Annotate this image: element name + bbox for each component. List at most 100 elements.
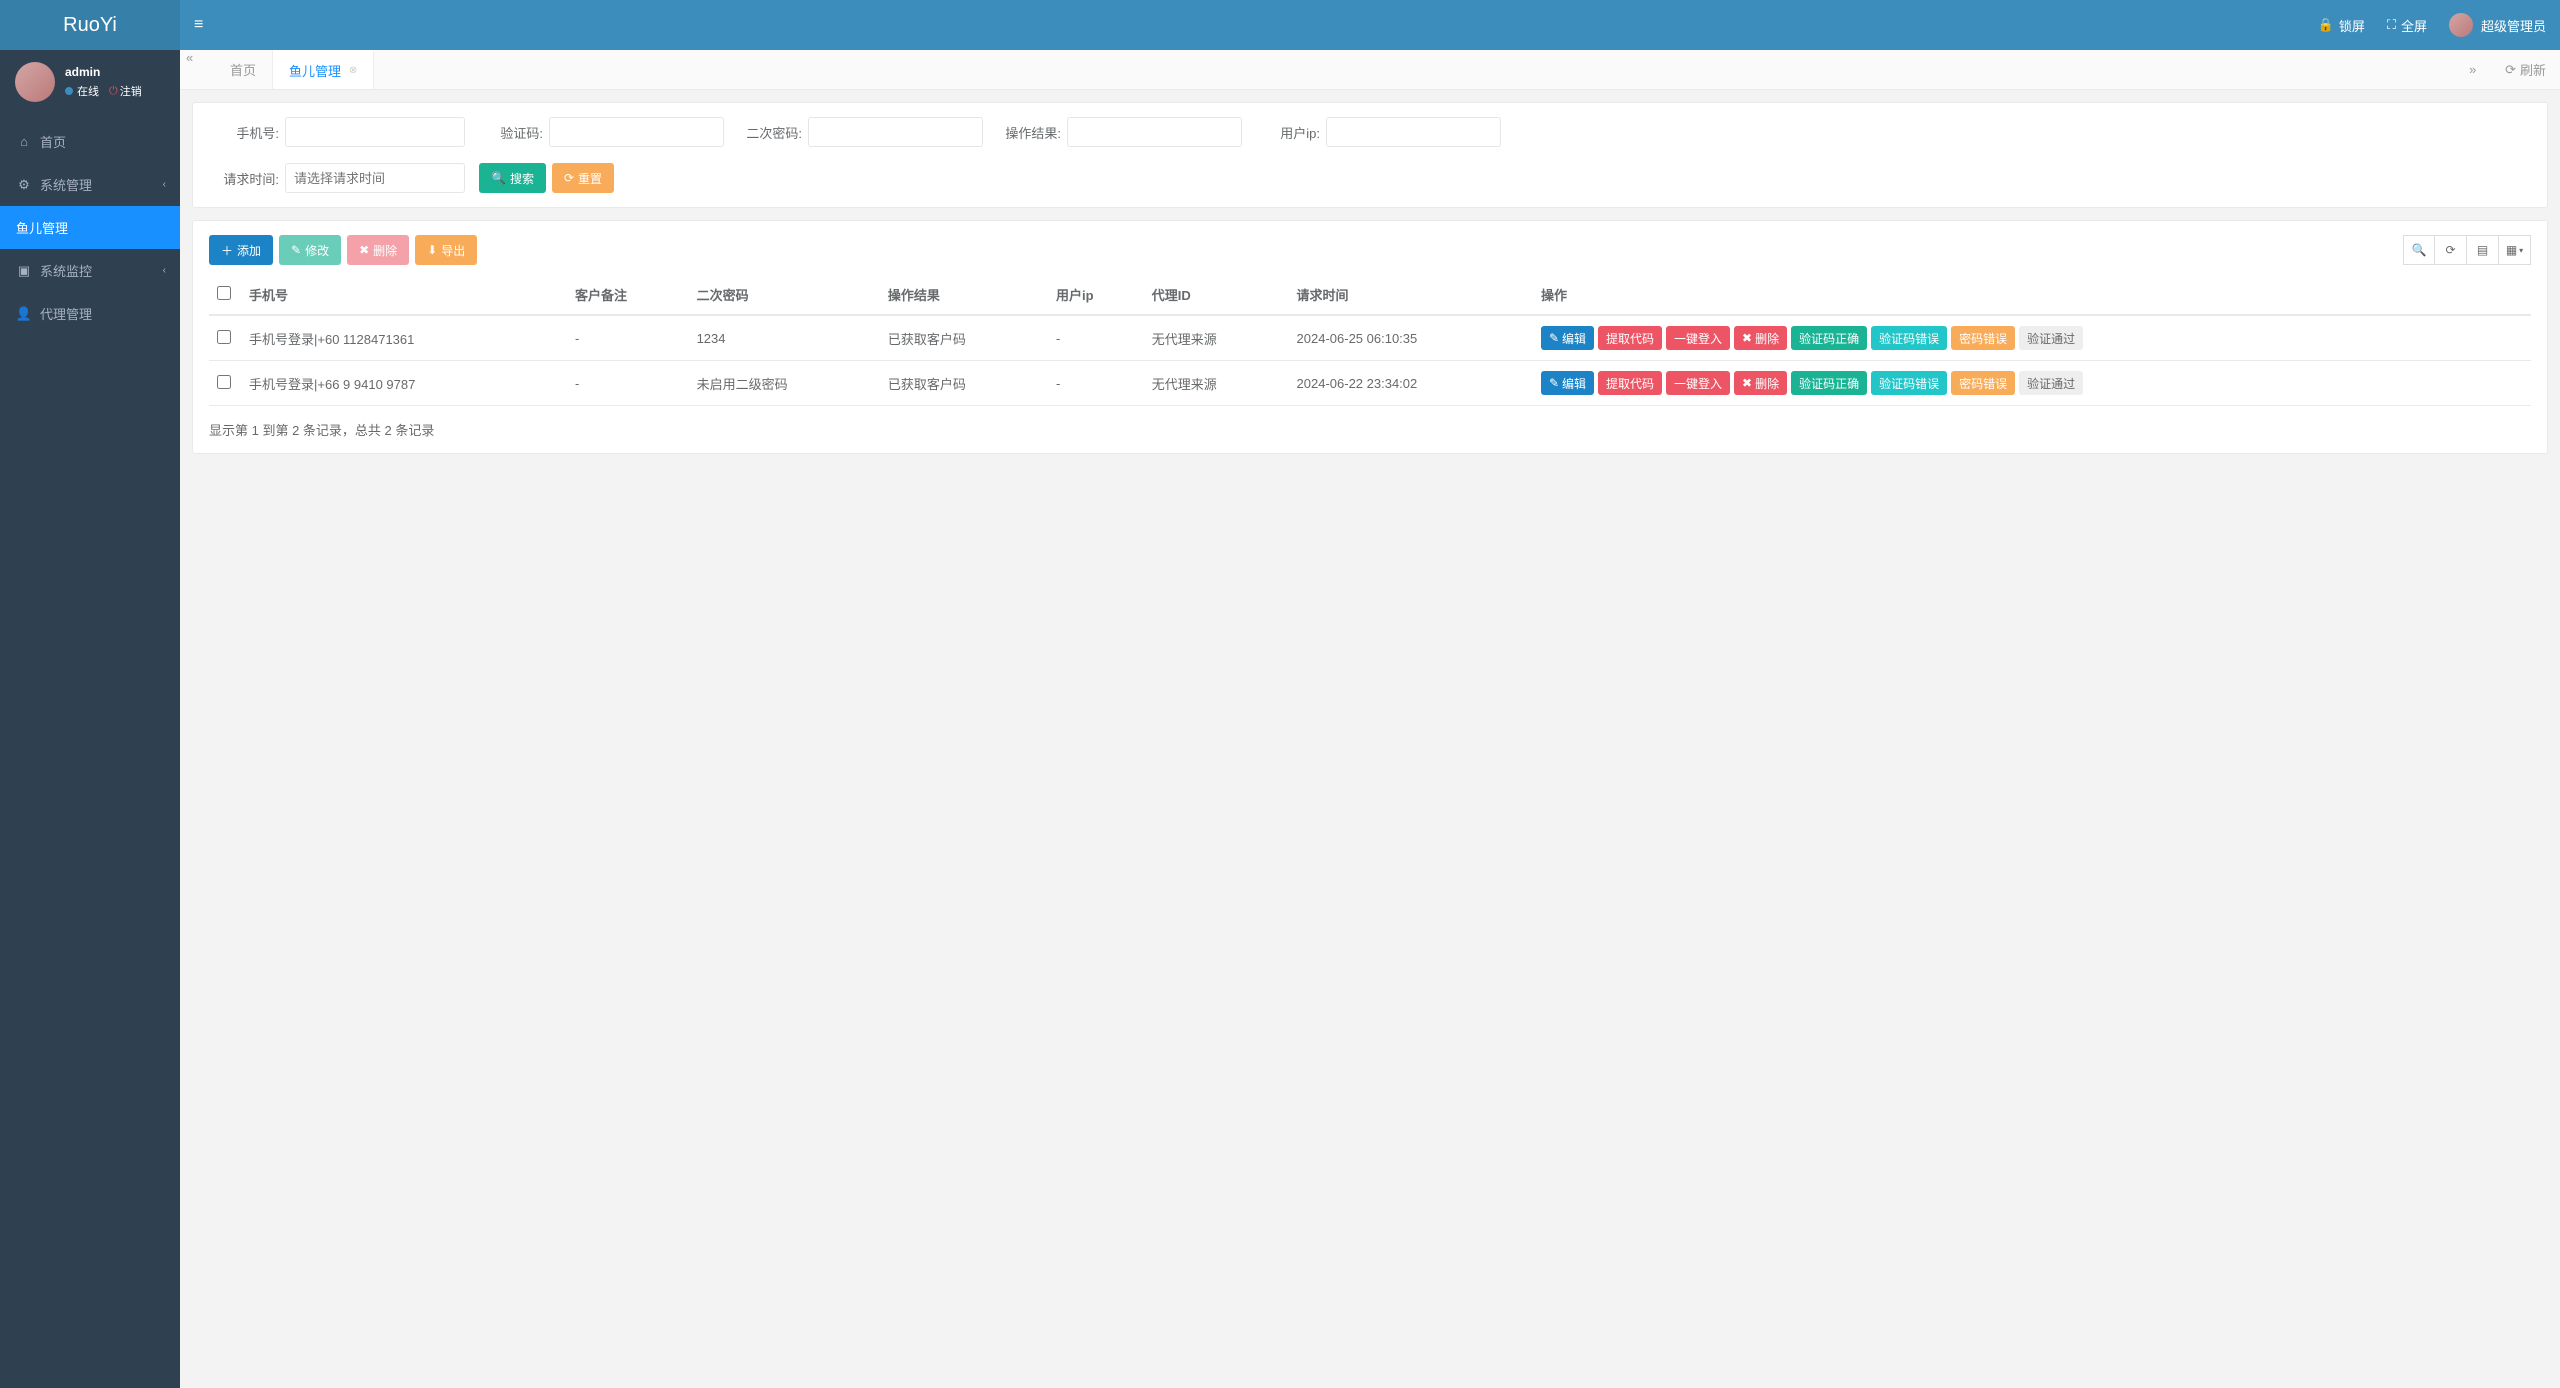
th-remark[interactable]: 客户备注 — [567, 275, 689, 315]
refresh-icon: ⟳ — [2505, 62, 2516, 78]
th-result[interactable]: 操作结果 — [880, 275, 1048, 315]
cell-pwd2: 1234 — [689, 315, 880, 361]
nav-system[interactable]: ⚙ 系统管理 ‹ — [0, 163, 180, 206]
row-delete-button[interactable]: ✖删除 — [1734, 371, 1787, 395]
tab-fish[interactable]: 鱼儿管理 ⊗ — [273, 50, 374, 89]
topbar: ≡ 🔒 锁屏 ⛶ 全屏 超级管理员 — [180, 0, 2560, 50]
tab-home[interactable]: 首页 — [214, 50, 273, 89]
search-icon: 🔍 — [2412, 243, 2427, 257]
row-edit-button[interactable]: ✎编辑 — [1541, 371, 1594, 395]
export-button[interactable]: ⬇ 导出 — [415, 235, 477, 265]
code-input[interactable] — [549, 117, 724, 147]
edit-icon: ✎ — [1549, 376, 1559, 390]
row-verify-ok-button[interactable]: 验证通过 — [2019, 371, 2083, 395]
tabs-refresh[interactable]: ⟳ 刷新 — [2505, 60, 2546, 79]
grid-icon: ▦ — [2506, 243, 2517, 257]
nav-monitor[interactable]: ▣ 系统监控 ‹ — [0, 249, 180, 292]
cell-remark: - — [567, 361, 689, 406]
pwd2-label: 二次密码: — [732, 123, 802, 142]
row-edit-button[interactable]: ✎编辑 — [1541, 326, 1594, 350]
tool-search-button[interactable]: 🔍 — [2403, 235, 2435, 265]
ip-label: 用户ip: — [1250, 123, 1320, 142]
nav-home[interactable]: ⌂ 首页 — [0, 120, 180, 163]
tabs-prev-icon[interactable]: « — [186, 50, 214, 89]
ip-input[interactable] — [1326, 117, 1501, 147]
download-icon: ⬇ — [427, 243, 437, 257]
brand-logo[interactable]: RuoYi — [0, 0, 180, 50]
th-phone[interactable]: 手机号 — [241, 275, 567, 315]
row-code-err-button[interactable]: 验证码错误 — [1871, 326, 1947, 350]
delete-icon: ✖ — [1742, 376, 1752, 390]
table-row: 手机号登录|+66 9 9410 9787-未启用二级密码已获取客户码-无代理来… — [209, 361, 2531, 406]
row-extract-button[interactable]: 提取代码 — [1598, 326, 1662, 350]
row-delete-button[interactable]: ✖删除 — [1734, 326, 1787, 350]
th-agent[interactable]: 代理ID — [1144, 275, 1289, 315]
cell-remark: - — [567, 315, 689, 361]
avatar[interactable] — [15, 62, 55, 102]
reset-icon: ⟳ — [564, 171, 574, 185]
result-label: 操作结果: — [991, 123, 1061, 142]
hamburger-icon[interactable]: ≡ — [194, 16, 203, 34]
th-time[interactable]: 请求时间 — [1289, 275, 1533, 315]
add-button[interactable]: ＋ 添加 — [209, 235, 273, 265]
reset-button[interactable]: ⟳ 重置 — [552, 163, 614, 193]
cell-ip: - — [1048, 315, 1144, 361]
delete-button[interactable]: ✖ 删除 — [347, 235, 409, 265]
table-toolbar: ＋ 添加 ✎ 修改 ✖ 删除 ⬇ 导出 — [209, 235, 2531, 265]
row-code-ok-button[interactable]: 验证码正确 — [1791, 371, 1867, 395]
result-input[interactable] — [1067, 117, 1242, 147]
user-icon: 👤 — [16, 306, 32, 322]
gear-icon: ⚙ — [16, 177, 32, 193]
code-label: 验证码: — [473, 123, 543, 142]
row-onekey-button[interactable]: 一键登入 — [1666, 326, 1730, 350]
sidebar: RuoYi admin 在线 ⏻ 注销 ⌂ 首页 ⚙ — [0, 0, 180, 1388]
cell-pwd2: 未启用二级密码 — [689, 361, 880, 406]
chevron-left-icon: ‹ — [163, 179, 166, 190]
row-actions: ✎编辑提取代码一键登入✖删除验证码正确验证码错误密码错误验证通过 — [1541, 371, 2523, 395]
row-checkbox[interactable] — [217, 375, 231, 389]
cell-time: 2024-06-22 23:34:02 — [1289, 361, 1533, 406]
th-ip[interactable]: 用户ip — [1048, 275, 1144, 315]
online-dot-icon — [65, 87, 73, 95]
select-all-checkbox[interactable] — [217, 286, 231, 300]
cell-ip: - — [1048, 361, 1144, 406]
chevron-left-icon: ‹ — [163, 265, 166, 276]
edit-button[interactable]: ✎ 修改 — [279, 235, 341, 265]
nav-menu: ⌂ 首页 ⚙ 系统管理 ‹ 鱼儿管理 ▣ 系统监控 ‹ 👤 代理管理 — [0, 120, 180, 335]
lock-icon: 🔒 — [2318, 17, 2334, 33]
row-actions: ✎编辑提取代码一键登入✖删除验证码正确验证码错误密码错误验证通过 — [1541, 326, 2523, 350]
pwd2-input[interactable] — [808, 117, 983, 147]
logout-link[interactable]: ⏻ 注销 — [109, 83, 142, 99]
plus-icon: ＋ — [221, 242, 233, 259]
row-onekey-button[interactable]: 一键登入 — [1666, 371, 1730, 395]
row-pwd-err-button[interactable]: 密码错误 — [1951, 326, 2015, 350]
tab-close-icon[interactable]: ⊗ — [349, 65, 357, 76]
row-code-err-button[interactable]: 验证码错误 — [1871, 371, 1947, 395]
row-verify-ok-button[interactable]: 验证通过 — [2019, 326, 2083, 350]
time-input[interactable] — [285, 163, 465, 193]
search-button[interactable]: 🔍 搜索 — [479, 163, 546, 193]
nav-agent[interactable]: 👤 代理管理 — [0, 292, 180, 335]
row-pwd-err-button[interactable]: 密码错误 — [1951, 371, 2015, 395]
data-table: 手机号 客户备注 二次密码 操作结果 用户ip 代理ID 请求时间 操作 手机号… — [209, 275, 2531, 406]
row-checkbox[interactable] — [217, 330, 231, 344]
fullscreen-button[interactable]: ⛶ 全屏 — [2387, 16, 2427, 35]
tabs-next-icon[interactable]: » — [2469, 62, 2497, 77]
tool-grid-button[interactable]: ▦▾ — [2499, 235, 2531, 265]
user-name: admin — [65, 65, 142, 79]
nav-fish[interactable]: 鱼儿管理 — [0, 206, 180, 249]
edit-icon: ✎ — [291, 243, 301, 257]
row-extract-button[interactable]: 提取代码 — [1598, 371, 1662, 395]
phone-input[interactable] — [285, 117, 465, 147]
caret-down-icon: ▾ — [2519, 246, 2523, 255]
th-pwd2[interactable]: 二次密码 — [689, 275, 880, 315]
user-panel: admin 在线 ⏻ 注销 — [0, 50, 180, 114]
topbar-user[interactable]: 超级管理员 — [2449, 13, 2546, 37]
tool-refresh-button[interactable]: ⟳ — [2435, 235, 2467, 265]
delete-icon: ✖ — [1742, 331, 1752, 345]
tool-columns-button[interactable]: ▤ — [2467, 235, 2499, 265]
cell-phone: 手机号登录|+66 9 9410 9787 — [241, 361, 567, 406]
cell-time: 2024-06-25 06:10:35 — [1289, 315, 1533, 361]
row-code-ok-button[interactable]: 验证码正确 — [1791, 326, 1867, 350]
lock-button[interactable]: 🔒 锁屏 — [2318, 16, 2365, 35]
